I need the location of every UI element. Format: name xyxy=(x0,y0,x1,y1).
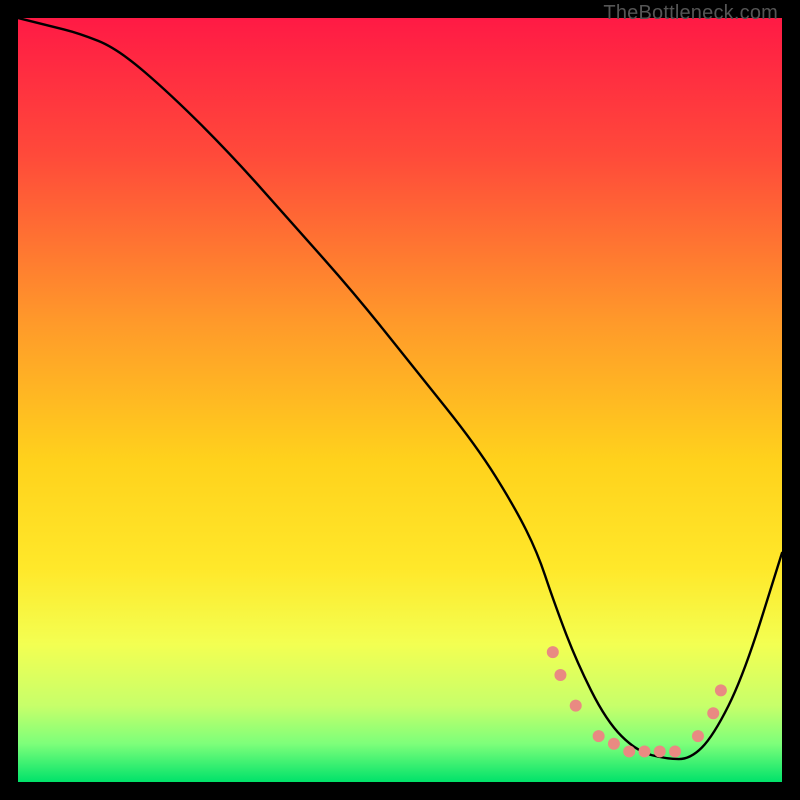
marker-dot xyxy=(547,646,559,658)
marker-dot xyxy=(654,745,666,757)
watermark-text: TheBottleneck.com xyxy=(603,2,778,25)
chart-background xyxy=(18,18,782,782)
marker-dot xyxy=(692,730,704,742)
marker-dot xyxy=(554,669,566,681)
marker-dot xyxy=(570,700,582,712)
marker-dot xyxy=(707,707,719,719)
marker-dot xyxy=(593,730,605,742)
marker-dot xyxy=(608,738,620,750)
chart-frame xyxy=(18,18,782,782)
marker-dot xyxy=(638,745,650,757)
marker-dot xyxy=(715,684,727,696)
bottleneck-chart xyxy=(18,18,782,782)
marker-dot xyxy=(669,745,681,757)
marker-dot xyxy=(623,745,635,757)
